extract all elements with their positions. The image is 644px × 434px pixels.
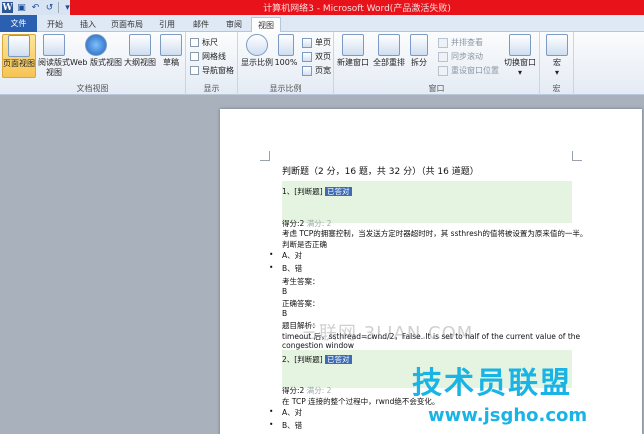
group-label: 宏 bbox=[552, 84, 561, 93]
brand-watermark: 技术员联盟 bbox=[412, 366, 572, 401]
section-heading: 判断题（2 分，16 题，共 32 分）（共 16 道题） bbox=[282, 167, 479, 177]
side-by-side-icon bbox=[438, 37, 448, 48]
tab-page-layout[interactable]: 页面布局 bbox=[106, 17, 148, 32]
student-answer-label: 考生答案： bbox=[282, 277, 320, 286]
question-text: 考虑 TCP的拥塞控制，当发送方定时器超时时，其 ssthresh的值将被设置为… bbox=[282, 229, 588, 238]
sync-scroll-icon bbox=[438, 51, 448, 62]
ruler-checkbox[interactable]: 标尺 bbox=[190, 36, 218, 49]
switch-windows-button[interactable]: 切换窗口 ▾ bbox=[502, 34, 538, 78]
group-label: 窗口 bbox=[428, 84, 445, 93]
sync-scroll-button[interactable]: 同步滚动 bbox=[438, 50, 483, 63]
outline-view-icon bbox=[129, 34, 151, 56]
page-corner-mark bbox=[572, 151, 582, 161]
option-a: • A、对 bbox=[269, 407, 303, 417]
group-label: 文档视图 bbox=[76, 84, 109, 93]
tab-file[interactable]: 文件 bbox=[0, 15, 37, 32]
student-answer: B bbox=[282, 287, 288, 296]
tab-references[interactable]: 引用 bbox=[152, 17, 182, 32]
option-b: • B、错 bbox=[269, 420, 303, 430]
tab-view[interactable]: 视图 bbox=[251, 17, 281, 32]
qat-separator bbox=[58, 2, 59, 13]
side-by-side-button[interactable]: 并排查看 bbox=[438, 36, 483, 49]
question-label: 2、[判断题] 已答对 bbox=[282, 355, 352, 364]
tab-review[interactable]: 审阅 bbox=[219, 17, 249, 32]
split-icon bbox=[410, 34, 428, 56]
reset-window-position-button[interactable]: 重设窗口位置 bbox=[438, 64, 499, 77]
page-corner-mark bbox=[260, 151, 270, 161]
zoom-button[interactable]: 显示比例 bbox=[240, 34, 274, 78]
two-pages-icon bbox=[302, 51, 312, 62]
word-app-icon[interactable]: W bbox=[2, 2, 13, 13]
group-window: 新建窗口 全部重排 拆分 并排查看 同步滚动 重设窗口位置 切换窗口 ▾ 窗口 bbox=[334, 32, 540, 95]
page-width-button[interactable]: 页宽 bbox=[302, 64, 331, 77]
group-show: 标尺 网格线 导航窗格 显示 bbox=[186, 32, 238, 95]
correct-answer: B bbox=[282, 309, 288, 318]
document-workspace[interactable]: 判断题（2 分，16 题，共 32 分）（共 16 道题） 1、[判断题] 已答… bbox=[0, 95, 644, 434]
option-a: • A、对 bbox=[269, 250, 303, 260]
redo-icon[interactable]: ↺ bbox=[44, 2, 55, 13]
macros-button[interactable]: 宏 ▾ bbox=[544, 34, 570, 78]
ribbon-tabs: 文件 开始 插入 页面布局 引用 邮件 审阅 视图 bbox=[0, 15, 644, 32]
site-watermark: 三联网 3LIAN.COM bbox=[300, 323, 474, 344]
reading-view-icon bbox=[43, 34, 65, 56]
macros-icon bbox=[546, 34, 568, 56]
new-window-icon bbox=[342, 34, 364, 56]
score-line: 得分:2 满分: 2 bbox=[282, 386, 332, 395]
correct-answer-label: 正确答案： bbox=[282, 299, 320, 308]
zoom-100-button[interactable]: 100% bbox=[274, 34, 298, 78]
window-title: 计算机网络3 - Microsoft Word(产品激活失败) bbox=[263, 4, 451, 14]
arrange-all-button[interactable]: 全部重排 bbox=[372, 34, 406, 78]
gridlines-checkbox[interactable]: 网格线 bbox=[190, 50, 226, 63]
page-view-button[interactable]: 页面视图 bbox=[2, 34, 36, 78]
answered-tag: 已答对 bbox=[325, 187, 352, 196]
undo-icon[interactable]: ↶ bbox=[30, 2, 41, 13]
tab-mailings[interactable]: 邮件 bbox=[186, 17, 216, 32]
checkbox-icon bbox=[190, 52, 199, 61]
save-icon[interactable]: ▣ bbox=[16, 2, 27, 13]
title-bar: W ▣ ↶ ↺ ▾ 计算机网络3 - Microsoft Word(产品激活失败… bbox=[0, 0, 644, 15]
nav-pane-checkbox[interactable]: 导航窗格 bbox=[190, 64, 234, 77]
two-pages-button[interactable]: 双页 bbox=[302, 50, 331, 63]
reading-view-button[interactable]: 阅读版式 视图 bbox=[38, 34, 70, 78]
zoom-100-icon bbox=[278, 34, 294, 56]
page-width-icon bbox=[302, 65, 312, 76]
new-window-button[interactable]: 新建窗口 bbox=[336, 34, 370, 78]
group-label: 显示比例 bbox=[269, 84, 302, 93]
group-macros: 宏 ▾ 宏 bbox=[540, 32, 574, 95]
checkbox-icon bbox=[190, 38, 199, 47]
magnifier-icon bbox=[246, 34, 268, 56]
arrange-all-icon bbox=[378, 34, 400, 56]
url-watermark: www.jsgho.com bbox=[428, 405, 588, 426]
option-b: • B、错 bbox=[269, 263, 303, 273]
web-layout-button[interactable]: Web 版式视图 bbox=[70, 34, 122, 78]
checkbox-icon bbox=[190, 66, 199, 75]
switch-windows-icon bbox=[509, 34, 531, 56]
quick-access-toolbar: W ▣ ↶ ↺ ▾ bbox=[2, 1, 73, 14]
question-prompt: 判断是否正确 bbox=[282, 240, 327, 249]
chevron-down-icon: ▾ bbox=[554, 68, 559, 77]
reset-position-icon bbox=[438, 65, 448, 76]
draft-view-icon bbox=[160, 34, 182, 56]
one-page-icon bbox=[302, 37, 312, 48]
draft-view-button[interactable]: 草稿 bbox=[158, 34, 184, 78]
ribbon: 页面视图 阅读版式 视图 Web 版式视图 大纲视图 草稿 文档视图 标尺 网格… bbox=[0, 32, 644, 95]
group-label: 显示 bbox=[203, 84, 220, 93]
page-view-icon bbox=[8, 35, 30, 57]
question-label: 1、[判断题] 已答对 bbox=[282, 187, 352, 196]
group-document-views: 页面视图 阅读版式 视图 Web 版式视图 大纲视图 草稿 文档视图 bbox=[0, 32, 186, 95]
one-page-button[interactable]: 单页 bbox=[302, 36, 331, 49]
globe-icon bbox=[85, 34, 107, 56]
tab-home[interactable]: 开始 bbox=[40, 17, 70, 32]
outline-view-button[interactable]: 大纲视图 bbox=[122, 34, 158, 78]
group-zoom: 显示比例 100% 单页 双页 页宽 显示比例 bbox=[238, 32, 334, 95]
split-button[interactable]: 拆分 bbox=[408, 34, 430, 78]
answered-tag: 已答对 bbox=[325, 355, 352, 364]
chevron-down-icon: ▾ bbox=[517, 68, 522, 77]
tab-insert[interactable]: 插入 bbox=[73, 17, 103, 32]
